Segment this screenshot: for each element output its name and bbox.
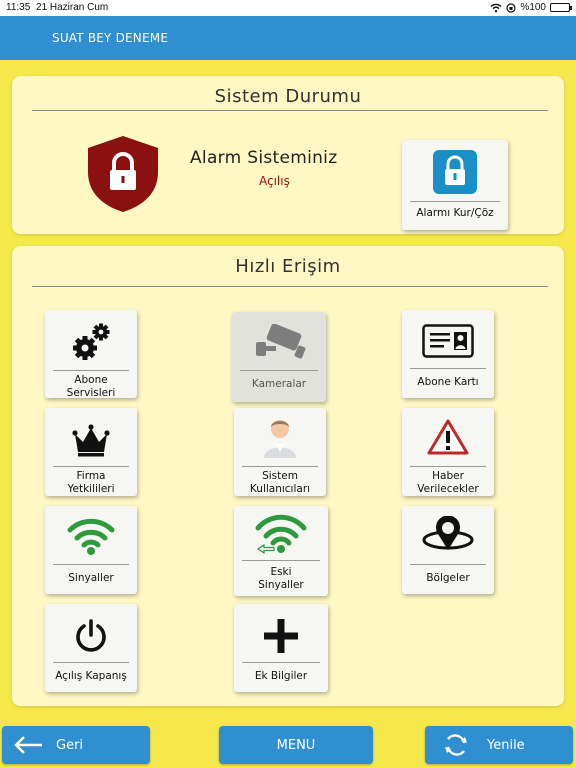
back-label: Geri xyxy=(56,737,84,753)
system-users-label: Sistem Kullanıcıları xyxy=(249,470,311,495)
old-signals-button[interactable]: Eski Sinyaller xyxy=(234,506,328,596)
subscriber-card-label: Abone Kartı xyxy=(417,376,479,388)
lock-icon xyxy=(433,150,477,194)
refresh-icon xyxy=(445,734,467,756)
old-signals-label: Eski Sinyaller xyxy=(258,566,304,591)
system-status-title: Sistem Durumu xyxy=(214,86,362,107)
alarm-state: Açılış xyxy=(259,174,290,188)
alarm-toggle-label: Alarmı Kur/Çöz xyxy=(416,207,494,219)
back-button[interactable]: Geri xyxy=(2,726,150,764)
status-date: 21 Haziran Cum xyxy=(36,2,109,13)
zone-icon xyxy=(422,516,474,550)
quick-access-title: Hızlı Erişim xyxy=(235,256,341,277)
battery-percent: %100 xyxy=(520,2,546,13)
subscriber-card-button[interactable]: Abone Kartı xyxy=(402,310,494,398)
status-right: %100 xyxy=(490,2,572,13)
quick-access-panel: Hızlı Erişim Abone Servisleri Kameralar … xyxy=(12,246,564,706)
extra-info-label: Ek Bilgiler xyxy=(254,670,308,682)
battery-icon xyxy=(550,3,572,12)
arrow-left-icon xyxy=(14,736,42,754)
status-time: 11:35 xyxy=(6,2,31,13)
user-icon xyxy=(264,420,296,458)
wifi-icon xyxy=(67,518,115,555)
signals-button[interactable]: Sinyaller xyxy=(45,506,137,594)
quick-access-divider xyxy=(32,286,548,287)
alarm-toggle-button[interactable]: Alarmı Kur/Çöz xyxy=(402,140,508,230)
app-title: SUAT BEY DENEME xyxy=(52,31,169,45)
company-officials-label: Firma Yetkilileri xyxy=(67,470,115,495)
crown-icon xyxy=(72,424,110,457)
extra-info-button[interactable]: Ek Bilgiler xyxy=(234,604,328,692)
company-officials-button[interactable]: Firma Yetkilileri xyxy=(45,408,137,496)
plus-icon xyxy=(264,619,298,653)
menu-button[interactable]: MENU xyxy=(219,726,373,764)
alarm-shield-icon xyxy=(88,136,158,212)
power-icon xyxy=(76,619,106,652)
id-card-icon xyxy=(422,324,474,358)
signals-label: Sinyaller xyxy=(68,572,114,584)
open-close-label: Açılış Kapanış xyxy=(55,670,127,682)
menu-label: MENU xyxy=(276,737,316,753)
open-close-button[interactable]: Açılış Kapanış xyxy=(45,604,137,692)
zones-label: Bölgeler xyxy=(426,572,470,584)
notify-contacts-label: Haber Verilecekler xyxy=(417,470,479,495)
wifi-back-icon xyxy=(255,514,307,554)
warning-icon xyxy=(427,419,469,455)
app-bar: SUAT BEY DENEME xyxy=(0,16,576,60)
system-status-divider xyxy=(32,110,548,111)
zones-button[interactable]: Bölgeler xyxy=(402,506,494,594)
subscriber-services-button[interactable]: Abone Servisleri xyxy=(45,310,137,399)
refresh-button[interactable]: Yenile xyxy=(425,726,573,764)
camera-icon xyxy=(256,324,306,359)
gears-icon xyxy=(73,323,110,360)
subscriber-services-label: Abone Servisleri xyxy=(66,374,116,399)
alarm-system-title: Alarm Sisteminiz xyxy=(190,148,338,168)
notify-contacts-button[interactable]: Haber Verilecekler xyxy=(402,408,494,496)
refresh-label: Yenile xyxy=(487,737,525,753)
rotation-lock-icon xyxy=(506,2,517,13)
wifi-status-icon xyxy=(490,3,502,12)
system-status-panel: Sistem Durumu Alarm Sisteminiz Açılış Al… xyxy=(12,76,564,234)
status-bar: 11:35 21 Haziran Cum %100 xyxy=(0,0,576,16)
system-users-button[interactable]: Sistem Kullanıcıları xyxy=(234,408,326,496)
cameras-button[interactable]: Kameralar xyxy=(232,312,326,402)
cameras-label: Kameralar xyxy=(251,378,307,390)
